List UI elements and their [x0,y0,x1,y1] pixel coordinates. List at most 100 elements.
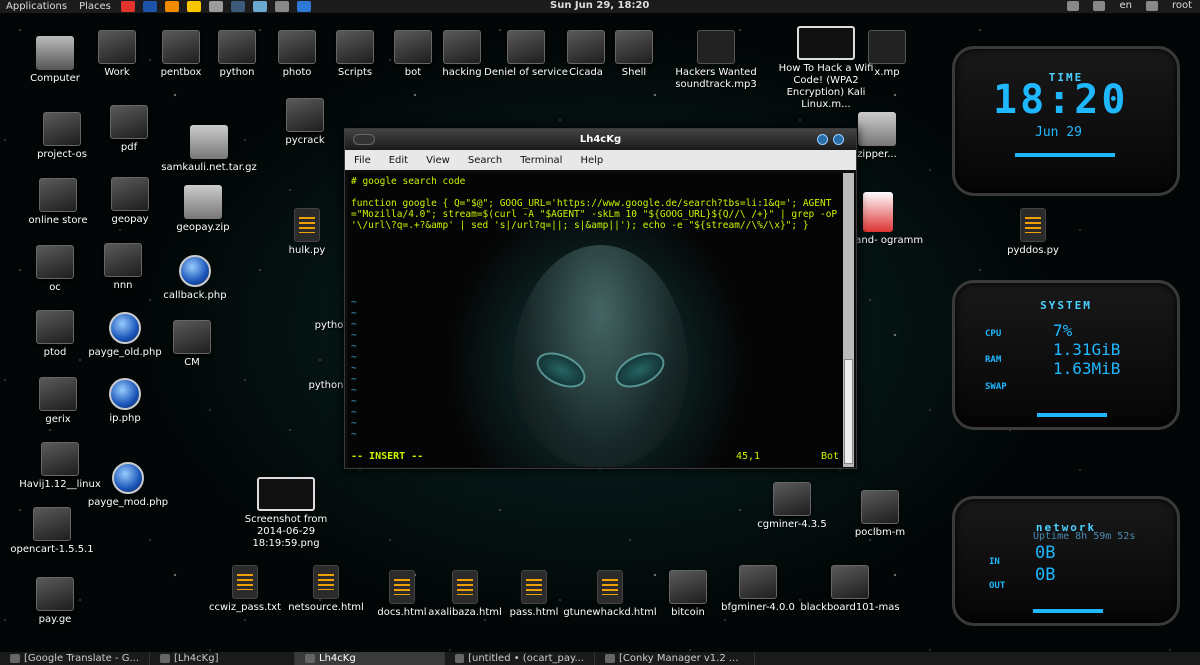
desktop-item[interactable]: netsource.html [286,565,366,614]
terminal-output[interactable]: # google search code function google { Q… [348,173,845,467]
taskbar-task[interactable]: [untitled • (ocart_pay... [445,652,595,665]
desktop-item[interactable]: poclbm-m [840,490,920,539]
folder-icon[interactable] [162,30,200,64]
terminal-menu-edit[interactable]: Edit [380,155,417,166]
desktop-item[interactable]: geopay.zip [163,185,243,234]
folder-icon[interactable] [773,482,811,516]
folder-icon[interactable] [739,565,777,599]
folder-icon[interactable] [36,245,74,279]
terminal-menu-help[interactable]: Help [571,155,612,166]
desktop-item[interactable]: pay.ge [15,577,95,626]
taskbar-task[interactable]: [Lh4cKg] [150,652,295,665]
folder-icon[interactable] [286,98,324,132]
desktop-item[interactable]: online store [18,178,98,227]
folder-icon[interactable] [111,177,149,211]
desktop-item[interactable]: pass.html [494,570,574,619]
terminal-menu-view[interactable]: View [417,155,459,166]
text-file-icon[interactable] [232,565,258,599]
desktop-item[interactable]: pycrack [265,98,345,147]
folder-icon[interactable] [669,570,707,604]
image-file-icon[interactable] [257,477,315,511]
desktop-item[interactable]: ccwiz_pass.txt [205,565,285,614]
folder-icon[interactable] [831,565,869,599]
folder-icon[interactable] [98,30,136,64]
folder-icon[interactable] [39,377,77,411]
desktop-item[interactable]: bitcoin [648,570,728,619]
user-menu[interactable]: root [1172,0,1192,11]
book-cover-icon[interactable] [863,192,893,232]
html-file-icon[interactable] [521,570,547,604]
desktop-item[interactable]: hulk.py [267,208,347,257]
desktop-item[interactable]: bfgminer-4.0.0 [718,565,798,614]
desktop-item[interactable]: callback.php [155,255,235,302]
panel-clock[interactable]: Sun Jun 29, 18:20 [550,0,649,11]
text-editor-icon[interactable] [208,1,223,12]
applications-menu[interactable]: Applications [0,1,73,12]
html-file-icon[interactable] [452,570,478,604]
html-file-icon[interactable] [389,570,415,604]
scrollbar-thumb[interactable] [844,359,853,464]
folder-icon[interactable] [615,30,653,64]
window-menu-icon[interactable] [353,134,375,145]
folder-icon[interactable] [443,30,481,64]
folder-icon[interactable] [507,30,545,64]
taskbar-task[interactable]: [Conky Manager v1.2 ... [595,652,755,665]
php-file-icon[interactable] [112,462,144,494]
script-file-icon[interactable] [1020,208,1046,242]
folder-icon[interactable] [43,112,81,146]
firefox-icon[interactable] [142,1,157,12]
desktop-item[interactable]: opencart-1.5.5.1 [10,507,94,556]
desktop-item[interactable]: nnn [83,243,163,292]
archive-icon[interactable] [858,112,896,146]
desktop-item[interactable]: cgminer-4.3.5 [752,482,832,531]
network-icon[interactable] [1093,0,1106,11]
desktop-item[interactable]: axalibaza.html [425,570,505,619]
folder-icon[interactable] [39,178,77,212]
desktop-item[interactable]: Hackers Wanted soundtrack.mp3 [675,30,757,91]
volume-icon[interactable] [1067,0,1080,11]
folder-icon[interactable] [33,507,71,541]
script-file-icon[interactable] [294,208,320,242]
folder-icon[interactable] [36,577,74,611]
image-viewer-icon[interactable] [252,1,267,12]
desktop-item[interactable]: payge_mod.php [88,462,168,509]
screenshot-icon[interactable] [274,1,289,12]
folder-icon[interactable] [110,105,148,139]
folder-icon[interactable] [173,320,211,354]
folder-icon[interactable] [218,30,256,64]
desktop-item[interactable]: x.mp [847,30,927,79]
chrome-icon[interactable] [120,1,135,12]
folder-icon[interactable] [104,243,142,277]
desktop-item[interactable]: ip.php [85,378,165,425]
audio-file-icon[interactable] [697,30,735,64]
python-icon[interactable] [186,1,201,12]
desktop-item[interactable]: blackboard101-mas [800,565,900,614]
folder-icon[interactable] [336,30,374,64]
folder-icon[interactable] [41,442,79,476]
archive-icon[interactable] [190,125,228,159]
terminal-titlebar[interactable]: Lh4cKg [345,129,856,150]
php-file-icon[interactable] [109,312,141,344]
folder-icon[interactable] [278,30,316,64]
desktop-item[interactable]: CM [152,320,232,369]
desktop-item[interactable]: pyddos.py [993,208,1073,257]
terminal-icon[interactable] [230,1,245,12]
folder-icon[interactable] [861,490,899,524]
maximize-icon[interactable] [833,134,844,145]
folder-icon[interactable] [36,310,74,344]
pdf-reader-icon[interactable] [164,1,179,12]
html-file-icon[interactable] [313,565,339,599]
terminal-menu-search[interactable]: Search [459,155,511,166]
desktop-item[interactable]: pdf [89,105,169,154]
taskbar-task[interactable]: Lh4cKg [295,652,445,665]
computer-icon[interactable] [36,36,74,70]
php-file-icon[interactable] [109,378,141,410]
desktop-item[interactable]: Screenshot from 2014-06-29 18:19:59.png [245,477,327,550]
places-menu[interactable]: Places [73,1,117,12]
terminal-window[interactable]: Lh4cKg File Edit View Search Terminal Help # … [344,128,857,469]
archive-icon[interactable] [184,185,222,219]
web-browser-icon[interactable] [296,1,311,12]
desktop-item[interactable]: samkauli.net.tar.gz [161,125,257,174]
taskbar-task[interactable]: [Google Translate - G... [0,652,150,665]
audio-file-icon[interactable] [868,30,906,64]
